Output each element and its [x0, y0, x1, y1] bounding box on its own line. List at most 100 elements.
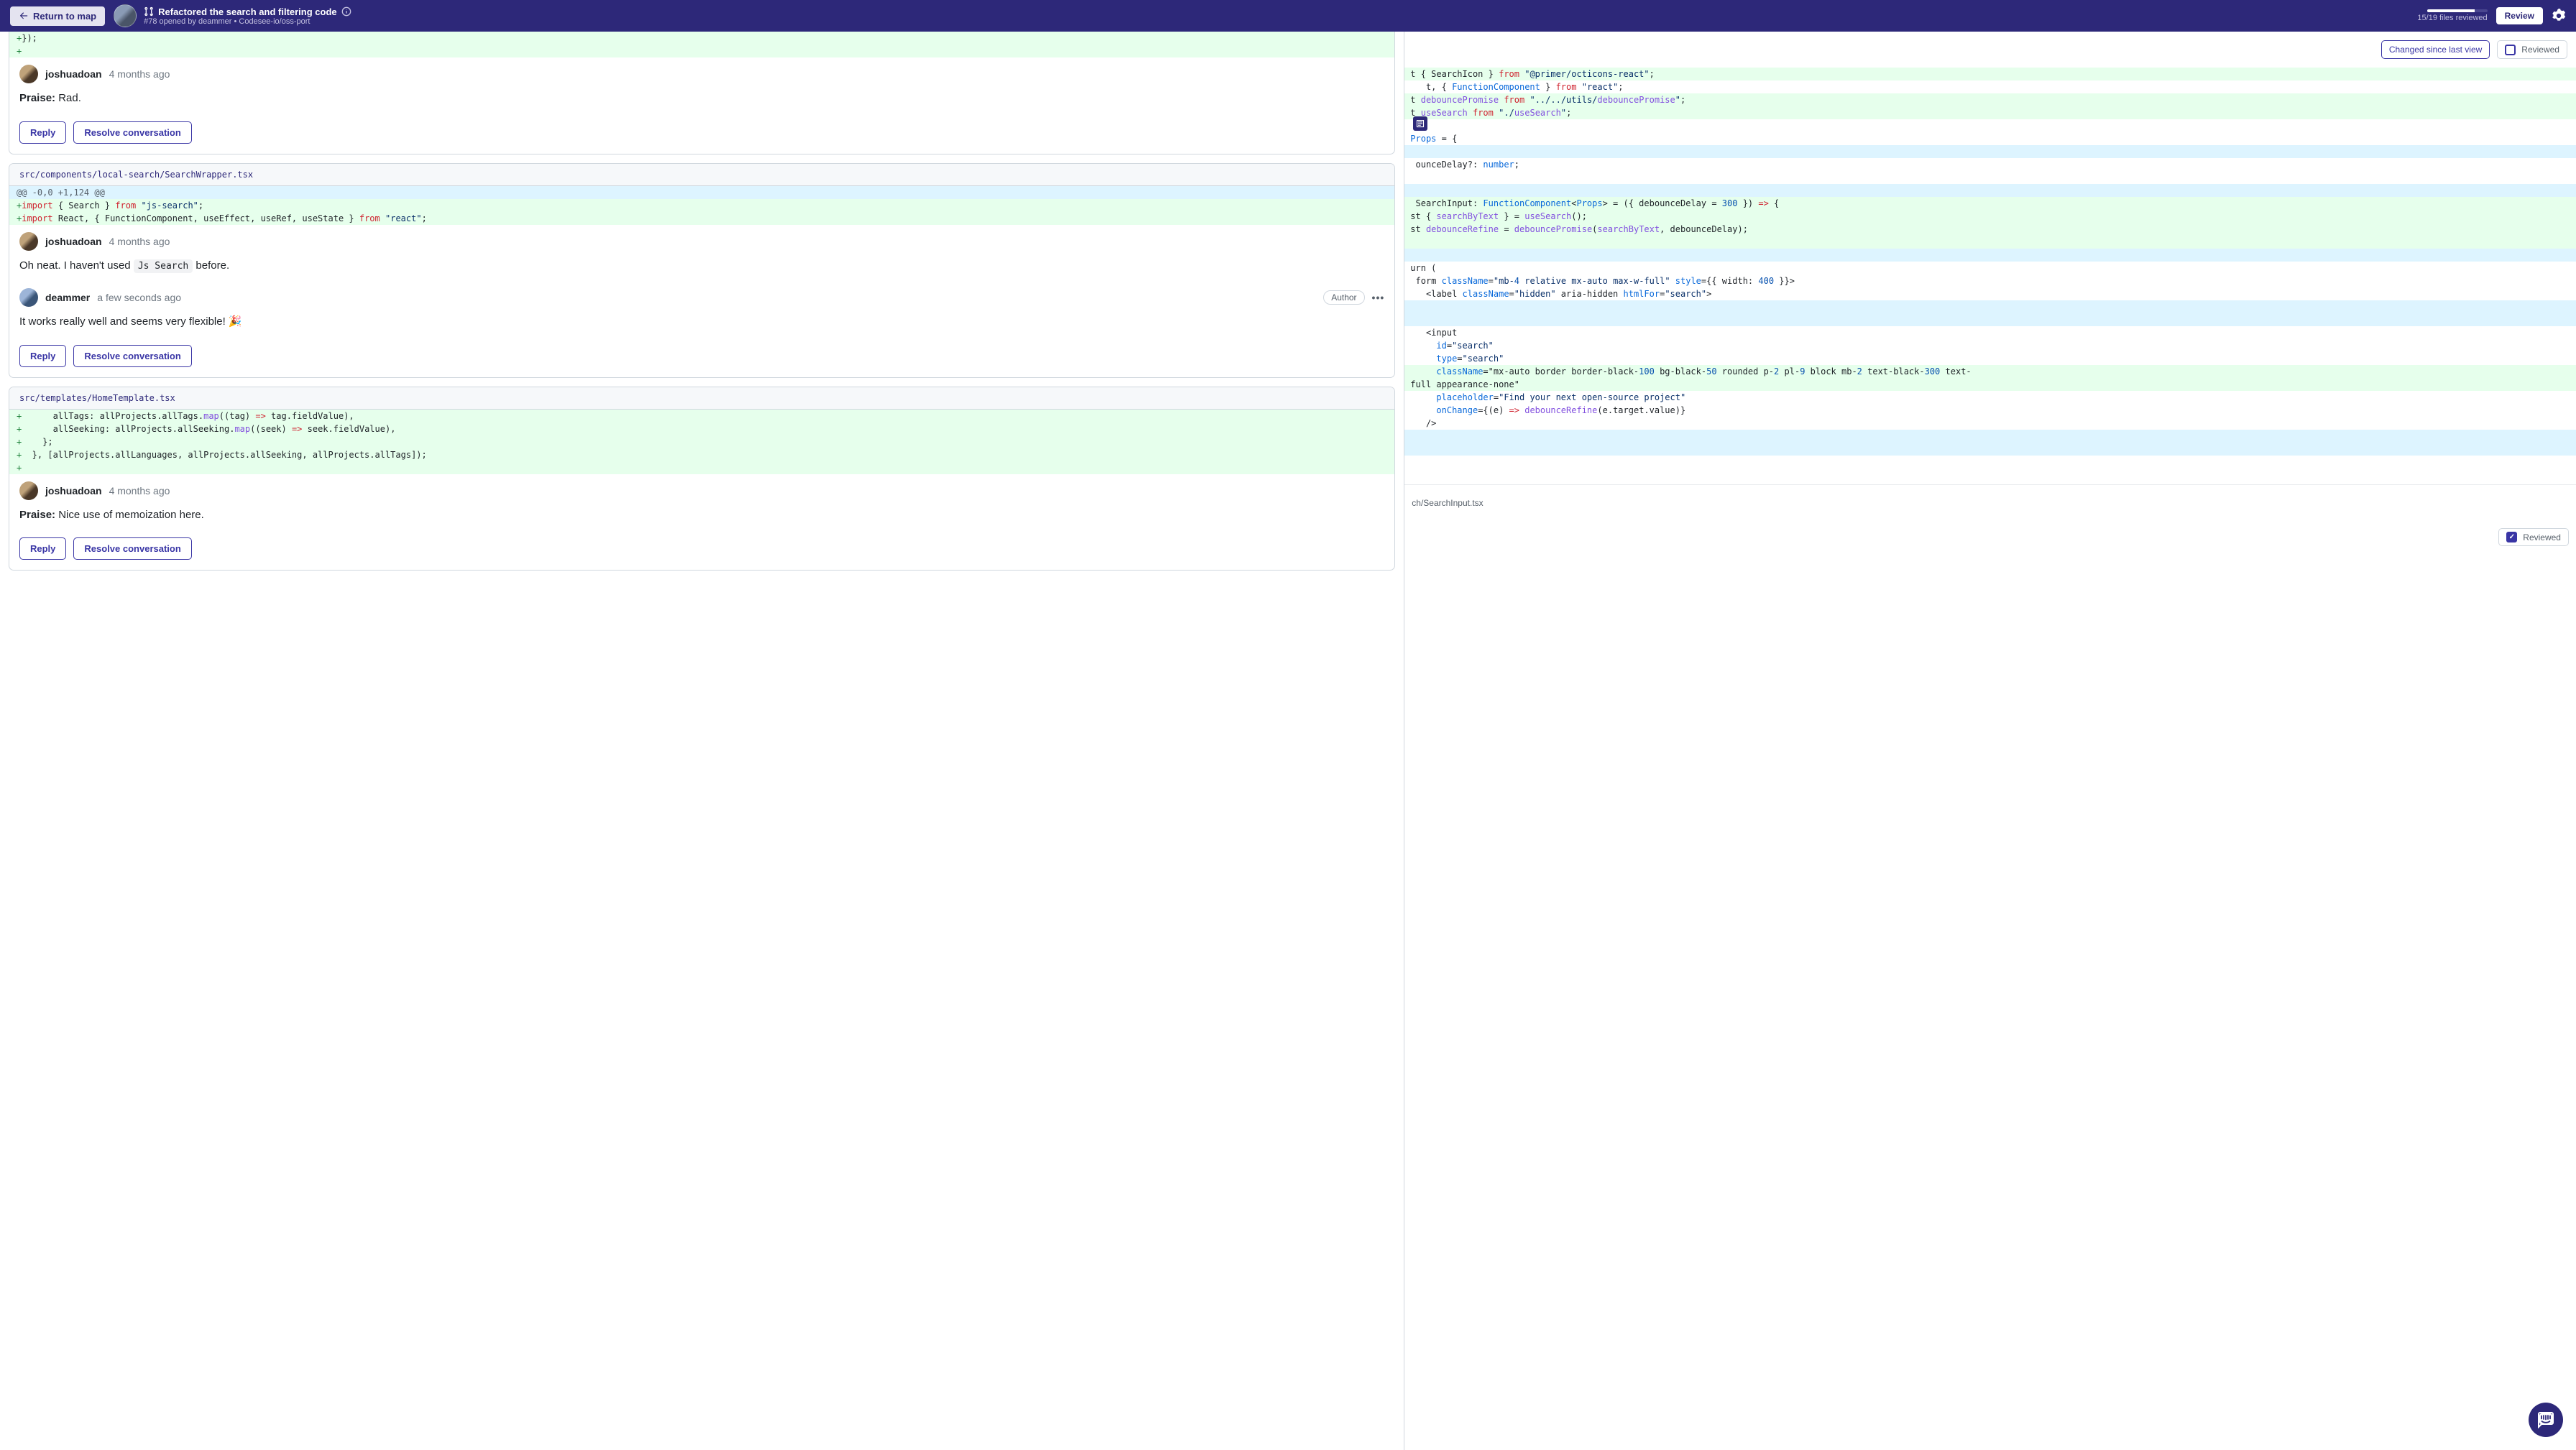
reply-button[interactable]: Reply	[19, 537, 66, 560]
comment-author[interactable]: deammer	[45, 292, 90, 303]
gear-icon[interactable]	[2552, 9, 2566, 23]
code-line	[1404, 171, 2576, 184]
pr-author-avatar[interactable]	[114, 4, 137, 27]
code-line	[1404, 430, 2576, 443]
reviewed-checkbox[interactable]: Reviewed	[2497, 40, 2567, 59]
code-line: st debounceRefine = debouncePromise(sear…	[1404, 223, 2576, 236]
diff-line: +});	[9, 32, 1394, 45]
diff-line: + allTags: allProjects.allTags.map((tag)…	[9, 410, 1394, 422]
diff-file-path[interactable]: src/components/local-search/SearchWrappe…	[9, 164, 1394, 186]
comment-time: 4 months ago	[109, 485, 170, 497]
code-line: urn (	[1404, 262, 2576, 274]
comment-author[interactable]: joshuadoan	[45, 485, 102, 497]
comment: deammer a few seconds ago Author ••• It …	[9, 281, 1394, 338]
code-line: st { searchByText } = useSearch();	[1404, 210, 2576, 223]
code-line: placeholder="Find your next open-source …	[1404, 391, 2576, 404]
intercom-launcher[interactable]	[2529, 1403, 2563, 1437]
resolve-button[interactable]: Resolve conversation	[73, 537, 191, 560]
header-right: 15/19 files reviewed Review	[2417, 7, 2566, 24]
chat-icon	[2537, 1411, 2554, 1428]
checkbox-checked-icon	[2506, 532, 2517, 542]
reviewed-checkbox[interactable]: Reviewed	[2498, 528, 2569, 546]
code-line: onChange={(e) => debounceRefine(e.target…	[1404, 404, 2576, 417]
commenter-avatar[interactable]	[19, 288, 38, 307]
code-line: id="search"	[1404, 339, 2576, 352]
code-line: ounceDelay?: number;	[1404, 158, 2576, 171]
return-to-map-button[interactable]: Return to map	[10, 6, 105, 26]
code-line	[1404, 300, 2576, 313]
diff-line: +	[9, 45, 1394, 57]
file-path-footer: ch/SearchInput.tsx	[1404, 484, 2576, 521]
return-label: Return to map	[33, 11, 96, 22]
diff-line: + };	[9, 435, 1394, 448]
comment-text: Nice use of memoization here.	[55, 509, 204, 521]
top-header: Return to map Refactored the search and …	[0, 0, 2576, 32]
conversation-pane: +}); + joshuadoan 4 months ago Praise: R…	[0, 32, 1404, 1450]
comment-kebab-icon[interactable]: •••	[1372, 292, 1385, 303]
comment-time: a few seconds ago	[97, 292, 181, 303]
diff-line: +import React, { FunctionComponent, useE…	[9, 212, 1394, 225]
file-diff-pane: Changed since last view Reviewed t { Sea…	[1404, 32, 2576, 1450]
code-line: Props = {	[1404, 132, 2576, 145]
code-line: type="search"	[1404, 352, 2576, 365]
files-reviewed-label: 15/19 files reviewed	[2417, 14, 2487, 22]
diff-line: + }, [allProjects.allLanguages, allProje…	[9, 448, 1394, 461]
review-button[interactable]: Review	[2496, 7, 2543, 24]
author-badge: Author	[1323, 290, 1364, 305]
comment: joshuadoan 4 months ago Praise: Nice use…	[9, 474, 1394, 531]
comment: joshuadoan 4 months ago Oh neat. I haven…	[9, 225, 1394, 282]
commenter-avatar[interactable]	[19, 232, 38, 251]
code-line: SearchInput: FunctionComponent<Props> = …	[1404, 197, 2576, 210]
code-line	[1404, 249, 2576, 262]
pr-title: Refactored the search and filtering code	[158, 6, 337, 17]
review-progress-bar	[2427, 9, 2488, 12]
code-line	[1404, 119, 2576, 132]
reply-button[interactable]: Reply	[19, 345, 66, 367]
code-line: t { SearchIcon } from "@primer/octicons-…	[1404, 68, 2576, 80]
resolve-button[interactable]: Resolve conversation	[73, 345, 191, 367]
comment: joshuadoan 4 months ago Praise: Rad.	[9, 57, 1394, 114]
note-icon[interactable]	[1413, 116, 1427, 131]
diff-line: + allSeeking: allProjects.allSeeking.map…	[9, 422, 1394, 435]
code-view: t { SearchIcon } from "@primer/octicons-…	[1404, 68, 2576, 456]
reply-button[interactable]: Reply	[19, 121, 66, 144]
code-line: className="mx-auto border border-black-1…	[1404, 365, 2576, 378]
file-diff-header: Changed since last view Reviewed	[1404, 32, 2576, 68]
pr-meta: #78 opened by deammer • Codesee-io/oss-p…	[144, 17, 2417, 26]
resolve-button[interactable]: Resolve conversation	[73, 121, 191, 144]
comment-time: 4 months ago	[109, 68, 170, 80]
code-line: form className="mb-4 relative mx-auto ma…	[1404, 274, 2576, 287]
code-line: t, { FunctionComponent } from "react";	[1404, 80, 2576, 93]
git-pull-request-icon	[144, 6, 154, 17]
code-line: t debouncePromise from "../../utils/debo…	[1404, 93, 2576, 106]
review-thread: src/templates/HomeTemplate.tsx + allTags…	[9, 387, 1395, 571]
code-line: <input	[1404, 326, 2576, 339]
diff-file-path[interactable]: src/templates/HomeTemplate.tsx	[9, 387, 1394, 410]
commenter-avatar[interactable]	[19, 481, 38, 500]
comment-author[interactable]: joshuadoan	[45, 68, 102, 80]
code-line: <label className="hidden" aria-hidden ht…	[1404, 287, 2576, 300]
commenter-avatar[interactable]	[19, 65, 38, 83]
reviewed-label: Reviewed	[2523, 532, 2561, 542]
comment-author[interactable]: joshuadoan	[45, 236, 102, 247]
changed-since-last-view-button[interactable]: Changed since last view	[2381, 40, 2490, 59]
code-line: />	[1404, 417, 2576, 430]
info-icon[interactable]	[341, 6, 351, 17]
code-line: full appearance-none"	[1404, 378, 2576, 391]
checkbox-icon	[2505, 45, 2516, 55]
reviewed-label: Reviewed	[2521, 45, 2559, 55]
diff-line: +import { Search } from "js-search";	[9, 199, 1394, 212]
arrow-left-icon	[19, 11, 29, 21]
code-line	[1404, 145, 2576, 158]
code-line	[1404, 313, 2576, 326]
diff-hunk-header: @@ -0,0 +1,124 @@	[9, 186, 1394, 199]
comment-prefix: Praise:	[19, 92, 55, 104]
comment-body: It works really well and seems very flex…	[19, 314, 1384, 331]
comment-body: Oh neat. I haven't used Js Search before…	[19, 258, 1384, 274]
review-thread: src/components/local-search/SearchWrappe…	[9, 163, 1395, 378]
comment-time: 4 months ago	[109, 236, 170, 247]
code-line	[1404, 236, 2576, 249]
code-line	[1404, 443, 2576, 456]
review-thread: +}); + joshuadoan 4 months ago Praise: R…	[9, 32, 1395, 154]
code-line: t useSearch from "./useSearch";	[1404, 106, 2576, 119]
